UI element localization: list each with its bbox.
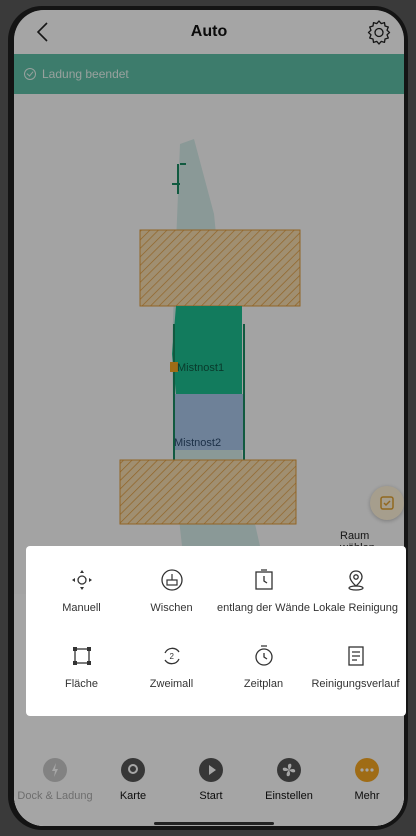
gear-icon[interactable] [366, 19, 392, 45]
menu-item-manuell[interactable]: Manuell [34, 568, 129, 614]
menu-item-label: Reinigungsverlauf [311, 678, 400, 690]
tab-label: Einstellen [265, 790, 313, 802]
cleaning-map[interactable]: Mistnost1 Mistnost2 [14, 94, 404, 594]
menu-item-label: Manuell [62, 602, 101, 614]
menu-item-reinigungsverlauf[interactable]: Reinigungsverlauf [308, 644, 403, 690]
area-square-icon [70, 644, 94, 668]
menu-item-zweimall[interactable]: 2 Zweimall [124, 644, 219, 690]
tab-label: Dock & Ladung [17, 790, 93, 802]
menu-item-label: Zweimall [149, 678, 194, 690]
tab-label: Mehr [354, 790, 380, 802]
tab-label: Karte [119, 790, 147, 802]
room-mistnost1 [172, 306, 242, 394]
more-dots-icon [355, 758, 379, 782]
menu-item-flaeche[interactable]: Fläche [34, 644, 129, 690]
page-title: Auto [190, 23, 228, 40]
tab-dock-ladung[interactable]: Dock & Ladung [16, 758, 94, 802]
tab-karte[interactable]: Karte [94, 758, 172, 802]
menu-item-label: Lokale Reinigung [312, 602, 398, 614]
room-select-button[interactable] [370, 486, 404, 520]
tab-einstellen[interactable]: Einstellen [250, 758, 328, 802]
map-pin-icon [121, 758, 145, 782]
room-label: Mistnost1 [177, 362, 224, 374]
menu-item-label: Fläche [64, 678, 99, 690]
wall-follow-icon [252, 568, 276, 592]
no-go-zone [139, 229, 301, 307]
room-label: Mistnost2 [174, 437, 221, 449]
repeat-twice-icon: 2 [160, 644, 184, 668]
no-go-zone [119, 459, 297, 525]
checkbox-icon [379, 495, 395, 511]
menu-item-label: Zeitplan [243, 678, 284, 690]
menu-item-wischen[interactable]: Wischen [124, 568, 219, 614]
bottom-nav: Dock & Ladung Karte Start Einstellen Meh… [14, 746, 404, 826]
home-indicator [154, 822, 274, 825]
status-text: Ladung beendet [42, 67, 129, 81]
charging-dock-icon [43, 758, 67, 782]
status-banner: Ladung beendet [14, 54, 404, 94]
play-icon [199, 758, 223, 782]
location-pin-icon [344, 568, 368, 592]
tab-mehr[interactable]: Mehr [328, 758, 404, 802]
tab-start[interactable]: Start [172, 758, 250, 802]
menu-item-lokale-reinigung[interactable]: Lokale Reinigung [308, 568, 403, 614]
menu-item-label: Wischen [150, 602, 193, 614]
history-document-icon [344, 644, 368, 668]
mop-icon [160, 568, 184, 592]
top-bar: Auto [14, 10, 404, 54]
tab-label: Start [199, 790, 223, 802]
check-circle-icon [24, 68, 36, 80]
fan-icon [277, 758, 301, 782]
menu-item-zeitplan[interactable]: Zeitplan [216, 644, 311, 690]
svg-text:2: 2 [169, 652, 174, 661]
timer-icon [252, 644, 276, 668]
menu-item-entlang-der-waende[interactable]: entlang der Wände [216, 568, 311, 614]
more-menu-popup: Manuell Wischen entlang der Wände Lokale… [26, 546, 406, 716]
move-arrows-icon [70, 568, 94, 592]
menu-item-label: entlang der Wände [217, 602, 310, 614]
chevron-left-icon[interactable] [32, 20, 56, 44]
